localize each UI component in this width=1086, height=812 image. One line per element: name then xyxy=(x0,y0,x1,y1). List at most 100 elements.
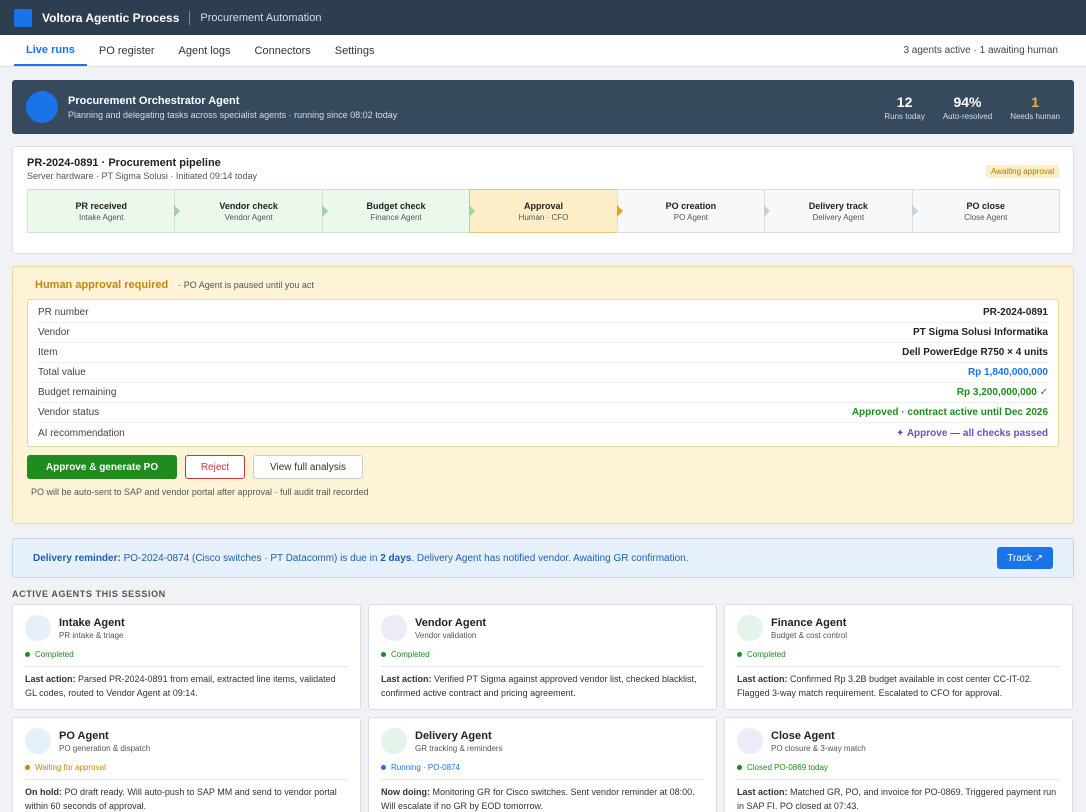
agent-desc-label: On hold: xyxy=(25,787,62,797)
detail-key: Vendor xyxy=(38,327,70,338)
pipeline-stage[interactable]: PR received Intake Agent xyxy=(27,189,181,233)
status-badge: Awaiting approval xyxy=(985,165,1059,178)
agent-card[interactable]: Intake Agent PR intake & triage Completed L… xyxy=(12,604,361,710)
stage-name: Budget check xyxy=(366,200,426,211)
agent-avatar xyxy=(25,728,51,754)
agent-description: Last action: Verified PT Sigma against a… xyxy=(381,672,704,700)
detail-value: PT Sigma Solusi Informatika xyxy=(912,327,1048,338)
agents-status: 3 agents active · 1 awaiting human xyxy=(903,45,1058,56)
detail-key: Total value xyxy=(38,367,86,378)
agent-desc-label: Last action: xyxy=(737,787,788,797)
status-dot-icon xyxy=(381,652,386,657)
tab-po-register[interactable]: PO register xyxy=(87,35,167,66)
card-divider xyxy=(737,779,1060,780)
pipeline-stage[interactable]: Vendor check Vendor Agent xyxy=(174,189,328,233)
pipeline-stage[interactable]: Approval Human · CFO xyxy=(469,189,623,233)
pipeline-title: PR-2024-0891 · Procurement pipeline xyxy=(27,157,221,169)
agent-avatar xyxy=(737,728,763,754)
agent-description: Last action: Parsed PR-2024-0891 from em… xyxy=(25,672,348,700)
stage-name: PO creation xyxy=(665,200,717,211)
detail-value: PR-2024-0891 xyxy=(982,307,1048,318)
pipeline-stage[interactable]: PO creation PO Agent xyxy=(616,189,771,233)
pipeline-stage[interactable]: Budget check Finance Agent xyxy=(321,189,476,233)
tab-settings[interactable]: Settings xyxy=(323,35,387,66)
stage-owner: Close Agent xyxy=(964,212,1008,222)
stat-label: Auto-resolved xyxy=(942,111,993,121)
approval-details: PR number PR-2024-0891 Vendor PT Sigma Solu… xyxy=(27,299,1059,447)
agent-role: PO generation & dispatch xyxy=(59,743,151,753)
agent-status: Running · PO-0874 xyxy=(381,763,704,772)
agent-card[interactable]: Finance Agent Budget & cost control Comple… xyxy=(724,604,1073,710)
detail-key: Budget remaining xyxy=(38,387,117,398)
pipeline-stage[interactable]: Delivery track Delivery Agent xyxy=(764,189,918,233)
title-divider xyxy=(189,10,191,25)
stage-owner: Intake Agent xyxy=(78,212,124,222)
stage-owner: Human · CFO xyxy=(518,212,569,222)
view-analysis-button[interactable]: View full analysis xyxy=(253,455,363,479)
pipeline-panel: PR-2024-0891 · Procurement pipeline Serv… xyxy=(12,146,1074,254)
stat-needs-human: 1 Needs human xyxy=(1010,94,1060,121)
approval-title: Human approval required xyxy=(35,279,169,291)
reject-button[interactable]: Reject xyxy=(185,455,245,479)
detail-row: Vendor status Approved · contract active … xyxy=(38,403,1048,423)
agent-name: Vendor Agent xyxy=(415,616,487,629)
agent-status: Completed xyxy=(25,650,348,659)
detail-value: Rp 3,200,000,000 ✓ xyxy=(956,387,1048,398)
agent-desc-label: Last action: xyxy=(737,674,788,684)
track-button[interactable]: Track ↗ xyxy=(997,547,1053,569)
tab-live-runs[interactable]: Live runs xyxy=(14,35,87,66)
card-divider xyxy=(381,666,704,667)
agent-card[interactable]: Close Agent PO closure & 3-way match Close… xyxy=(724,717,1073,812)
stat-runs-today: 12 Runs today xyxy=(884,94,924,121)
approve-button[interactable]: Approve & generate PO xyxy=(27,455,177,479)
app-subtitle: Procurement Automation xyxy=(200,11,322,24)
stat-value: 1 xyxy=(1031,93,1039,110)
agent-card[interactable]: Delivery Agent GR tracking & reminders Run… xyxy=(368,717,717,812)
agent-status-text: Completed xyxy=(747,650,786,659)
status-dot-icon xyxy=(25,652,30,657)
stage-name: PR received xyxy=(75,200,127,211)
agent-card[interactable]: Vendor Agent Vendor validation Completed La… xyxy=(368,604,717,710)
tab-connectors[interactable]: Connectors xyxy=(243,35,323,66)
detail-key: AI recommendation xyxy=(38,427,125,439)
detail-row: Item Dell PowerEdge R750 × 4 units xyxy=(38,343,1048,363)
agent-name: Delivery Agent xyxy=(415,729,492,742)
detail-key: Item xyxy=(38,347,58,358)
brand-name: Voltora Agentic Process xyxy=(42,10,180,25)
reminder-text: Delivery reminder: PO-2024-0874 (Cisco s… xyxy=(33,553,689,564)
detail-row: AI recommendation ✦ Approve — all checks … xyxy=(38,423,1048,443)
reminder-lead: Delivery reminder: xyxy=(33,552,121,564)
agent-status: Closed PO-0869 today xyxy=(737,763,1060,772)
agent-card[interactable]: PO Agent PO generation & dispatch Waiting … xyxy=(12,717,361,812)
agent-description: Last action: Matched GR, PO, and invoice… xyxy=(737,785,1060,812)
pipeline-stage[interactable]: PO close Close Agent xyxy=(911,189,1060,233)
agent-cards: Intake Agent PR intake & triage Completed L… xyxy=(12,604,1074,812)
tab-agent-logs[interactable]: Agent logs xyxy=(167,35,243,66)
agent-role: PR intake & triage xyxy=(59,630,124,640)
orchestrator-title: Procurement Orchestrator Agent xyxy=(68,94,240,107)
stage-name: Delivery track xyxy=(808,200,868,211)
stage-name: Vendor check xyxy=(219,200,278,211)
agent-name: Close Agent xyxy=(771,729,835,742)
card-divider xyxy=(25,666,348,667)
agent-status-text: Waiting for approval xyxy=(35,763,106,772)
agent-name: PO Agent xyxy=(59,729,109,742)
agent-role: GR tracking & reminders xyxy=(415,743,503,753)
card-divider xyxy=(381,779,704,780)
pipeline-stages: PR received Intake Agent Vendor check Vendo… xyxy=(27,189,1060,233)
agent-description: Now doing: Monitoring GR for Cisco switc… xyxy=(381,785,704,812)
agent-status: Waiting for approval xyxy=(25,763,348,772)
agent-name: Finance Agent xyxy=(771,616,847,629)
approval-panel: Human approval required · PO Agent is pa… xyxy=(12,266,1074,524)
agent-desc-label: Last action: xyxy=(381,674,432,684)
approval-footnote: PO will be auto-sent to SAP and vendor p… xyxy=(31,487,369,497)
agent-status: Completed xyxy=(737,650,1060,659)
status-dot-icon xyxy=(737,765,742,770)
card-divider xyxy=(737,666,1060,667)
detail-value: Rp 1,840,000,000 xyxy=(967,367,1048,378)
chevron-right-icon xyxy=(616,205,623,217)
detail-key: PR number xyxy=(38,307,89,318)
detail-row: Total value Rp 1,840,000,000 xyxy=(38,363,1048,383)
top-bar: Voltora Agentic Process Procurement Auto… xyxy=(0,0,1086,35)
orchestrator-avatar xyxy=(26,91,58,123)
